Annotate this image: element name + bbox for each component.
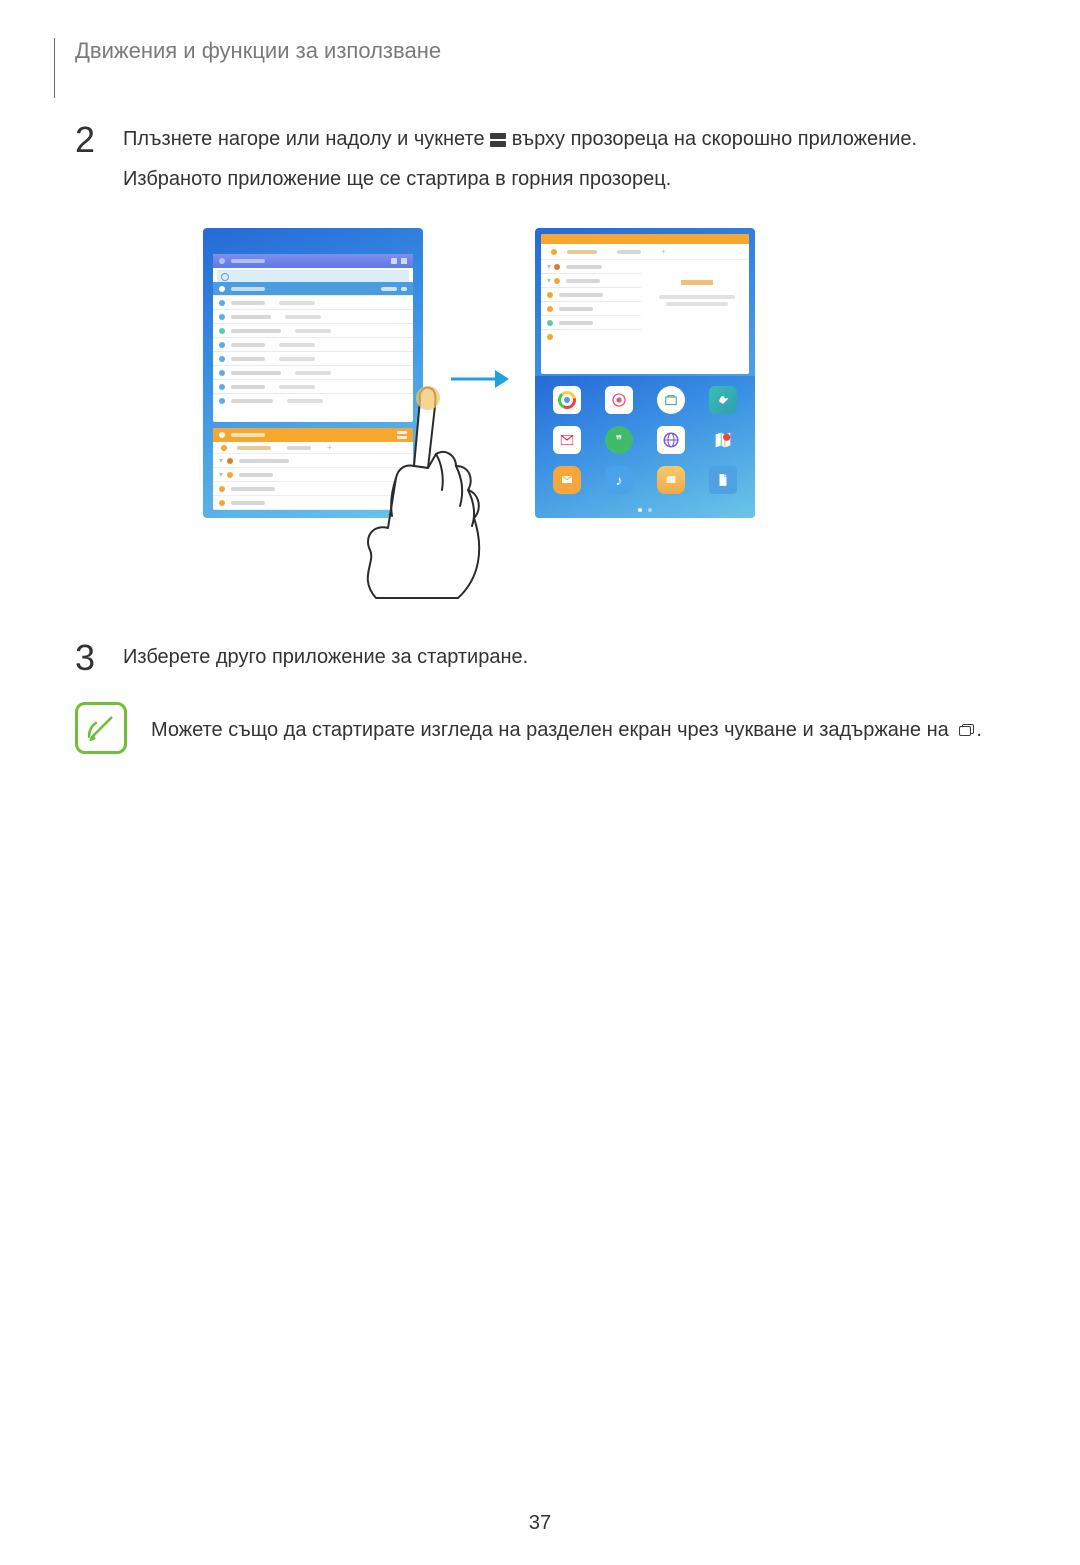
s-health-icon [709,386,737,414]
gmail-icon [553,426,581,454]
note-icon [75,702,127,754]
selected-row [213,282,413,296]
figure-area: + ▾ ▾ + [203,228,943,608]
step-number-2: 2 [75,122,103,158]
step-number-3: 3 [75,640,103,676]
panel-header-blue [213,254,413,268]
chrome-icon [553,386,581,414]
target-icon [605,386,633,414]
step-3: 3 Изберете друго приложение за стартиран… [75,640,1020,676]
tablet-mockup-right: + ▾ ▾ [535,228,755,518]
note-text: Можете също да стартирате изгледа на раз… [151,714,982,746]
page-number: 37 [0,1512,1080,1535]
step-3-text: Изберете друго приложение за стартиране. [123,640,528,674]
step2-line2: Избраното приложение ще се стартира в го… [123,168,671,190]
split-view-icon [490,133,506,147]
step-2: 2 Плъзнете нагоре или надолу и чукнете в… [75,122,1020,196]
browser-icon [657,426,685,454]
files-icon [657,466,685,494]
section-title: Движения и функции за използване [75,38,1020,64]
email-icon [553,466,581,494]
document-icon [709,466,737,494]
top-left-rule [54,38,55,98]
music-icon: ♪ [605,466,633,494]
galaxy-apps-icon [657,386,685,414]
page-indicator [535,508,755,512]
panel-search [217,270,409,282]
recent-apps-icon [956,724,974,738]
panel-top-right: + ▾ ▾ [541,234,749,374]
step2-line1a: Плъзнете нагоре или надолу и чукнете [123,128,490,150]
step2-line1b: върху прозореца на скорошно приложение. [512,128,917,150]
hand-tap-illustration [348,378,498,606]
note-text-b: . [976,719,982,741]
note-text-a: Можете също да стартирате изгледа на раз… [151,719,954,741]
hangouts-icon: ❞ [605,426,633,454]
note-block: Можете също да стартирате изгледа на раз… [75,702,1020,754]
maps-icon [709,426,737,454]
home-area-right: ❞ ♪ [535,376,755,518]
step-2-text: Плъзнете нагоре или надолу и чукнете вър… [123,122,917,196]
